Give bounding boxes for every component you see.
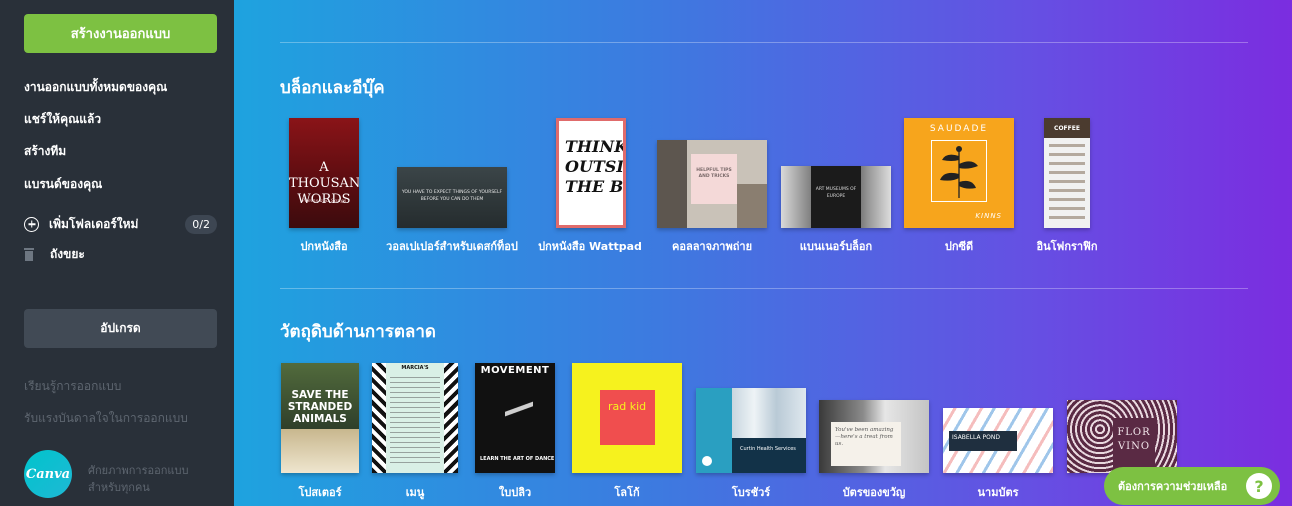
help-button[interactable]: ต้องการความช่วยเหลือ ? xyxy=(1104,467,1280,505)
section-title-marketing: วัตถุดิบด้านการตลาด xyxy=(280,322,436,342)
folder-count-badge: 0/2 xyxy=(185,214,217,234)
template-flyer[interactable]: MOVEMENT LEARN THE ART OF DANCE xyxy=(475,363,555,473)
label-flyer[interactable]: ใบปลิว xyxy=(499,483,531,501)
add-folder-label: เพิ่มโฟลเดอร์ใหม่ xyxy=(49,216,139,231)
section-divider xyxy=(280,288,1248,289)
help-label: ต้องการความช่วยเหลือ xyxy=(1118,480,1228,493)
template-infographic[interactable]: COFFEE xyxy=(1044,118,1090,228)
sidebar-item-all-designs[interactable]: งานออกแบบทั้งหมดของคุณ xyxy=(24,78,167,97)
label-photo-collage[interactable]: คอลลาจภาพถ่าย xyxy=(672,237,752,255)
sidebar-item-create-team[interactable]: สร้างทีม xyxy=(24,142,66,161)
template-label-flor-vino[interactable]: FLOR VINO xyxy=(1067,400,1177,473)
label-brochure[interactable]: โบรชัวร์ xyxy=(732,483,770,501)
tagline: ศักยภาพการออกแบบ สำหรับทุกคน xyxy=(88,464,189,494)
design-inspiration-link[interactable]: รับแรงบันดาลใจในการออกแบบ xyxy=(24,409,188,428)
label-gift-card[interactable]: บัตรของขวัญ xyxy=(843,483,906,501)
canva-logo[interactable]: Canva xyxy=(24,450,72,498)
label-poster[interactable]: โปสเตอร์ xyxy=(298,483,341,501)
learn-design-link[interactable]: เรียนรู้การออกแบบ xyxy=(24,377,121,396)
label-infographic[interactable]: อินโฟกราฟิก xyxy=(1036,237,1097,255)
sidebar-item-shared[interactable]: แชร์ให้คุณแล้ว xyxy=(24,110,101,129)
template-menu[interactable]: MARCIA'S xyxy=(372,363,458,473)
plant-illustration xyxy=(940,146,978,198)
template-desktop-wallpaper[interactable]: YOU HAVE TO EXPECT THINGS OF YOURSELF BE… xyxy=(397,167,507,228)
plus-circle-icon xyxy=(24,216,39,232)
template-book-cover[interactable]: A THOUSAND WORDS Poems and Songs xyxy=(289,118,359,228)
label-desktop-wallpaper[interactable]: วอลเปเปอร์สำหรับเดสก์ท็อป xyxy=(386,237,518,255)
template-business-card[interactable]: ISABELLA POND xyxy=(943,408,1053,473)
label-business-card[interactable]: นามบัตร xyxy=(978,483,1019,501)
section-title-blogs: บล็อกและอีบุ๊ค xyxy=(280,78,385,98)
upgrade-button[interactable]: อัปเกรด xyxy=(24,309,217,348)
template-blog-banner[interactable]: ART MUSEUMS OF EUROPE xyxy=(781,166,891,228)
label-cd-cover[interactable]: ปกซีดี xyxy=(945,237,973,255)
label-blog-banner[interactable]: แบนเนอร์บล็อก xyxy=(800,237,872,255)
sidebar-item-brand[interactable]: แบรนด์ของคุณ xyxy=(24,175,102,194)
template-gift-card[interactable]: You've been amazing—here's a treat from … xyxy=(819,400,929,473)
template-poster[interactable]: SAVE THE STRANDED ANIMALS xyxy=(281,363,359,473)
trash-label: ถังขยะ xyxy=(50,247,85,261)
create-design-button[interactable]: สร้างงานออกแบบ xyxy=(24,14,217,53)
label-book-cover[interactable]: ปกหนังสือ xyxy=(300,237,347,255)
template-brochure[interactable]: Curtin Health Services xyxy=(696,388,806,473)
add-folder-button[interactable]: เพิ่มโฟลเดอร์ใหม่ 0/2 xyxy=(24,213,217,235)
label-menu[interactable]: เมนู xyxy=(406,483,425,501)
question-icon: ? xyxy=(1246,473,1272,499)
top-divider xyxy=(280,42,1248,43)
trash-icon xyxy=(24,248,34,261)
sidebar-item-trash[interactable]: ถังขยะ xyxy=(24,245,85,264)
main-content: บล็อกและอีบุ๊ค A THOUSAND WORDS Poems an… xyxy=(234,0,1292,506)
template-photo-collage[interactable]: HELPFUL TIPS AND TRICKS xyxy=(657,140,767,228)
label-logo[interactable]: โลโก้ xyxy=(614,483,639,501)
template-wattpad-cover[interactable]: THINK OUTSIDE THE BOX xyxy=(556,118,626,228)
label-wattpad-cover[interactable]: ปกหนังสือ Wattpad xyxy=(538,237,642,255)
template-cd-cover[interactable]: SAUDADE KINNS xyxy=(904,118,1014,228)
sidebar: สร้างงานออกแบบ งานออกแบบทั้งหมดของคุณ แช… xyxy=(0,0,234,506)
template-logo[interactable]: rad kid xyxy=(572,363,682,473)
